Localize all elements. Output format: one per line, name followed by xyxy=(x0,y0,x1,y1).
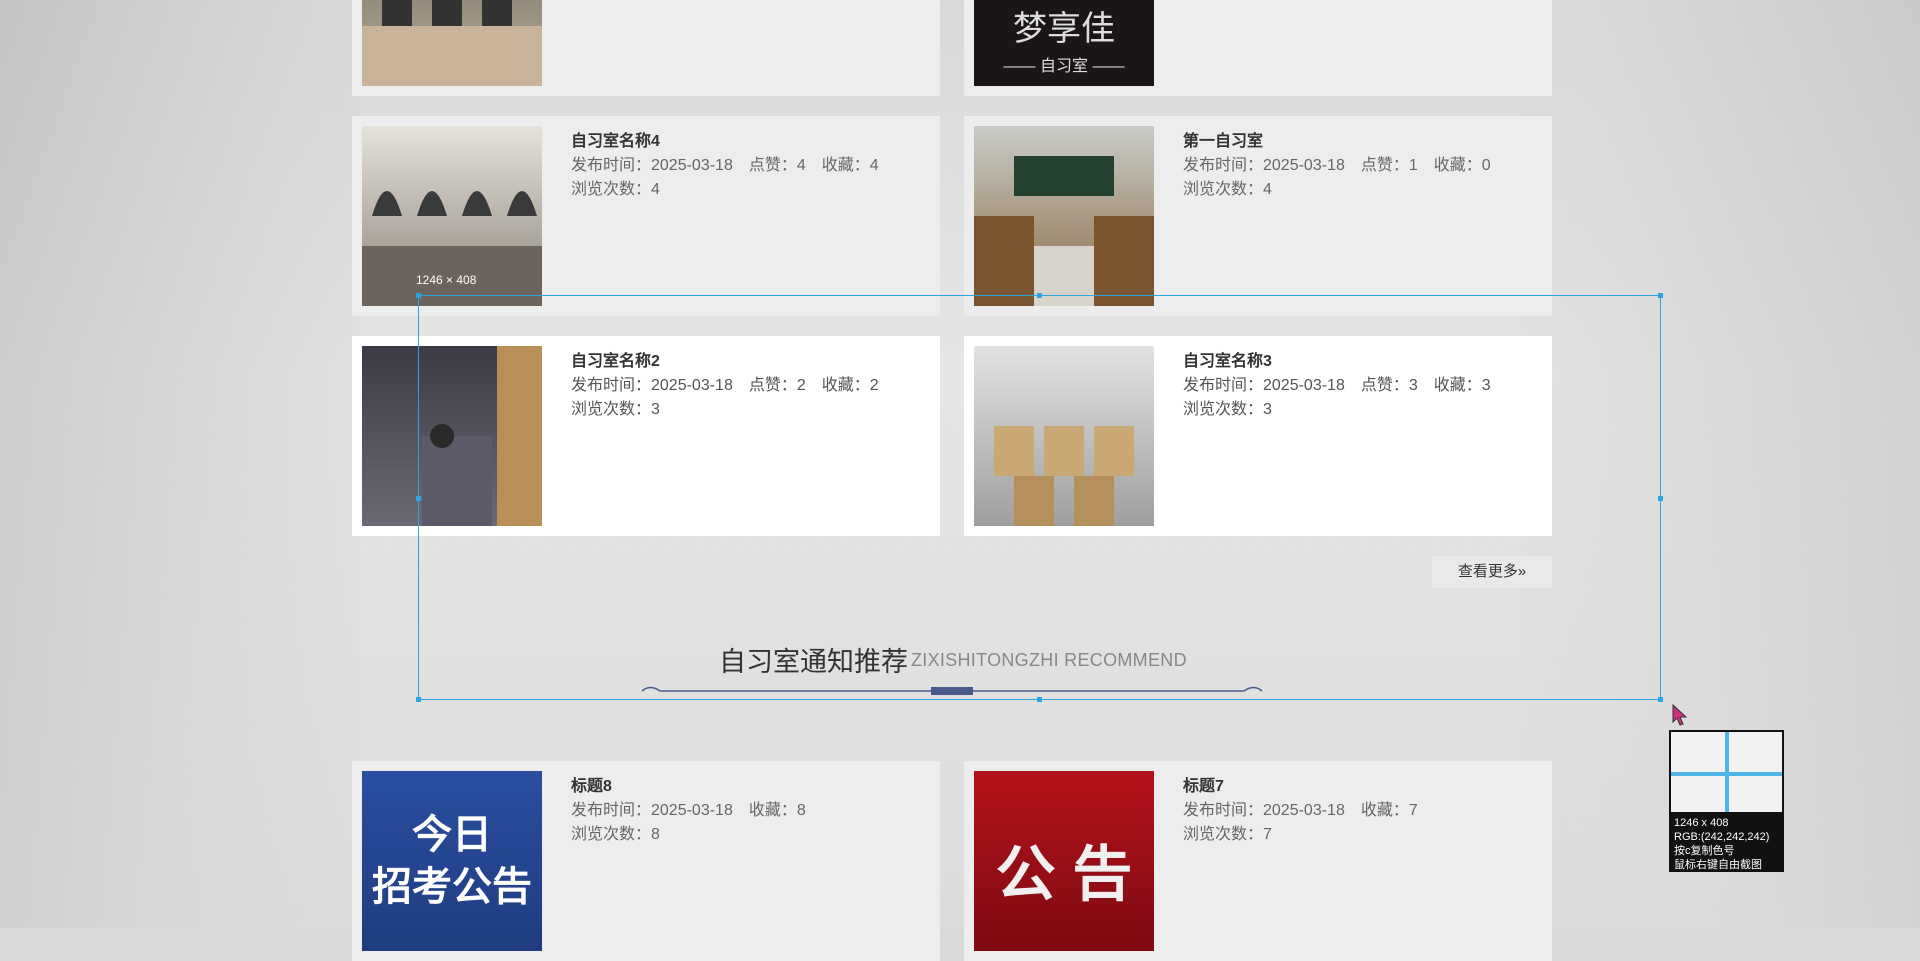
notice-thumbnail[interactable]: 今日 招考公告 xyxy=(362,771,542,951)
publish-time: 发布时间：2025-03-18 xyxy=(1183,157,1345,174)
color-picker-magnifier: 1246 x 408 RGB:(242,242,242) 按c复制色号 鼠标右键… xyxy=(1669,730,1784,872)
selection-size-label: 1246 × 408 xyxy=(416,273,477,287)
favorites-count: 收藏：8 xyxy=(748,802,806,819)
selection-handle[interactable] xyxy=(416,293,421,298)
likes-count: 点赞：1 xyxy=(1360,157,1418,174)
magnifier-size: 1246 x 408 xyxy=(1674,817,1729,829)
screenshot-selection-box[interactable] xyxy=(418,295,1661,700)
room-card[interactable] xyxy=(352,0,940,96)
notice-info: 标题7 发布时间：2025-03-18 收藏：7 浏览次数：7 xyxy=(1183,775,1434,847)
likes-count: 点赞：4 xyxy=(748,157,806,174)
crosshair-vertical xyxy=(1725,732,1729,812)
room-card[interactable]: 梦享佳 —— 自习室 —— xyxy=(964,0,1552,96)
cursor-icon xyxy=(1672,704,1688,726)
copy-color-hint: 按c复制色号 xyxy=(1674,845,1735,857)
notice-image-text: 今日 招考公告 xyxy=(372,813,532,909)
room-meta: 发布时间：2025-03-18 点赞：4 收藏：4 xyxy=(571,154,895,178)
selection-handle[interactable] xyxy=(1658,293,1663,298)
publish-time: 发布时间：2025-03-18 xyxy=(1183,802,1345,819)
notice-meta: 发布时间：2025-03-18 收藏：7 xyxy=(1183,799,1434,823)
magnifier-view xyxy=(1671,732,1782,812)
selection-handle[interactable] xyxy=(1037,697,1042,702)
notice-info: 标题8 发布时间：2025-03-18 收藏：8 浏览次数：8 xyxy=(571,775,822,847)
logo-text: 梦享佳 xyxy=(1013,10,1115,48)
publish-time: 发布时间：2025-03-18 xyxy=(571,157,733,174)
study-room-photo xyxy=(974,156,1154,306)
magnifier-rgb: RGB:(242,242,242) xyxy=(1674,831,1770,843)
notice-title[interactable]: 标题8 xyxy=(571,775,822,799)
views-count: 浏览次数：4 xyxy=(1183,181,1272,198)
views-count: 浏览次数：7 xyxy=(1183,826,1272,843)
views-count: 浏览次数：8 xyxy=(571,826,660,843)
notice-image-text: 公 告 xyxy=(995,841,1133,908)
views-count: 浏览次数：4 xyxy=(571,181,660,198)
selection-handle[interactable] xyxy=(416,697,421,702)
magnifier-info: 1246 x 408 RGB:(242,242,242) 按c复制色号 鼠标右键… xyxy=(1674,816,1769,872)
logo-subtext: —— 自习室 —— xyxy=(1003,58,1125,75)
publish-time: 发布时间：2025-03-18 xyxy=(571,802,733,819)
room-title[interactable]: 自习室名称4 xyxy=(571,130,895,154)
favorites-count: 收藏：7 xyxy=(1360,802,1418,819)
room-thumbnail[interactable] xyxy=(974,126,1154,306)
notice-card[interactable]: 今日 招考公告 标题8 发布时间：2025-03-18 收藏：8 浏览次数：8 xyxy=(352,761,940,961)
notice-card[interactable]: 公 告 标题7 发布时间：2025-03-18 收藏：7 浏览次数：7 xyxy=(964,761,1552,961)
free-capture-hint: 鼠标右键自由截图 xyxy=(1674,859,1762,871)
selection-handle[interactable] xyxy=(1037,293,1042,298)
room-meta: 发布时间：2025-03-18 点赞：1 收藏：0 xyxy=(1183,154,1507,178)
selection-handle[interactable] xyxy=(416,496,421,501)
favorites-count: 收藏：0 xyxy=(1433,157,1491,174)
notice-meta: 发布时间：2025-03-18 收藏：8 xyxy=(571,799,822,823)
room-info: 第一自习室 发布时间：2025-03-18 点赞：1 收藏：0 浏览次数：4 xyxy=(1183,130,1507,202)
room-card[interactable]: 第一自习室 发布时间：2025-03-18 点赞：1 收藏：0 浏览次数：4 xyxy=(964,116,1552,316)
notice-title[interactable]: 标题7 xyxy=(1183,775,1434,799)
notice-thumbnail[interactable]: 公 告 xyxy=(974,771,1154,951)
background-left xyxy=(0,0,360,928)
study-room-photo xyxy=(362,0,542,86)
selection-handle[interactable] xyxy=(1658,697,1663,702)
room-thumbnail[interactable] xyxy=(362,0,542,86)
room-title[interactable]: 第一自习室 xyxy=(1183,130,1507,154)
selection-handle[interactable] xyxy=(1658,496,1663,501)
favorites-count: 收藏：4 xyxy=(821,157,879,174)
room-info: 自习室名称4 发布时间：2025-03-18 点赞：4 收藏：4 浏览次数：4 xyxy=(571,130,895,202)
room-thumbnail[interactable]: 梦享佳 —— 自习室 —— xyxy=(974,0,1154,86)
